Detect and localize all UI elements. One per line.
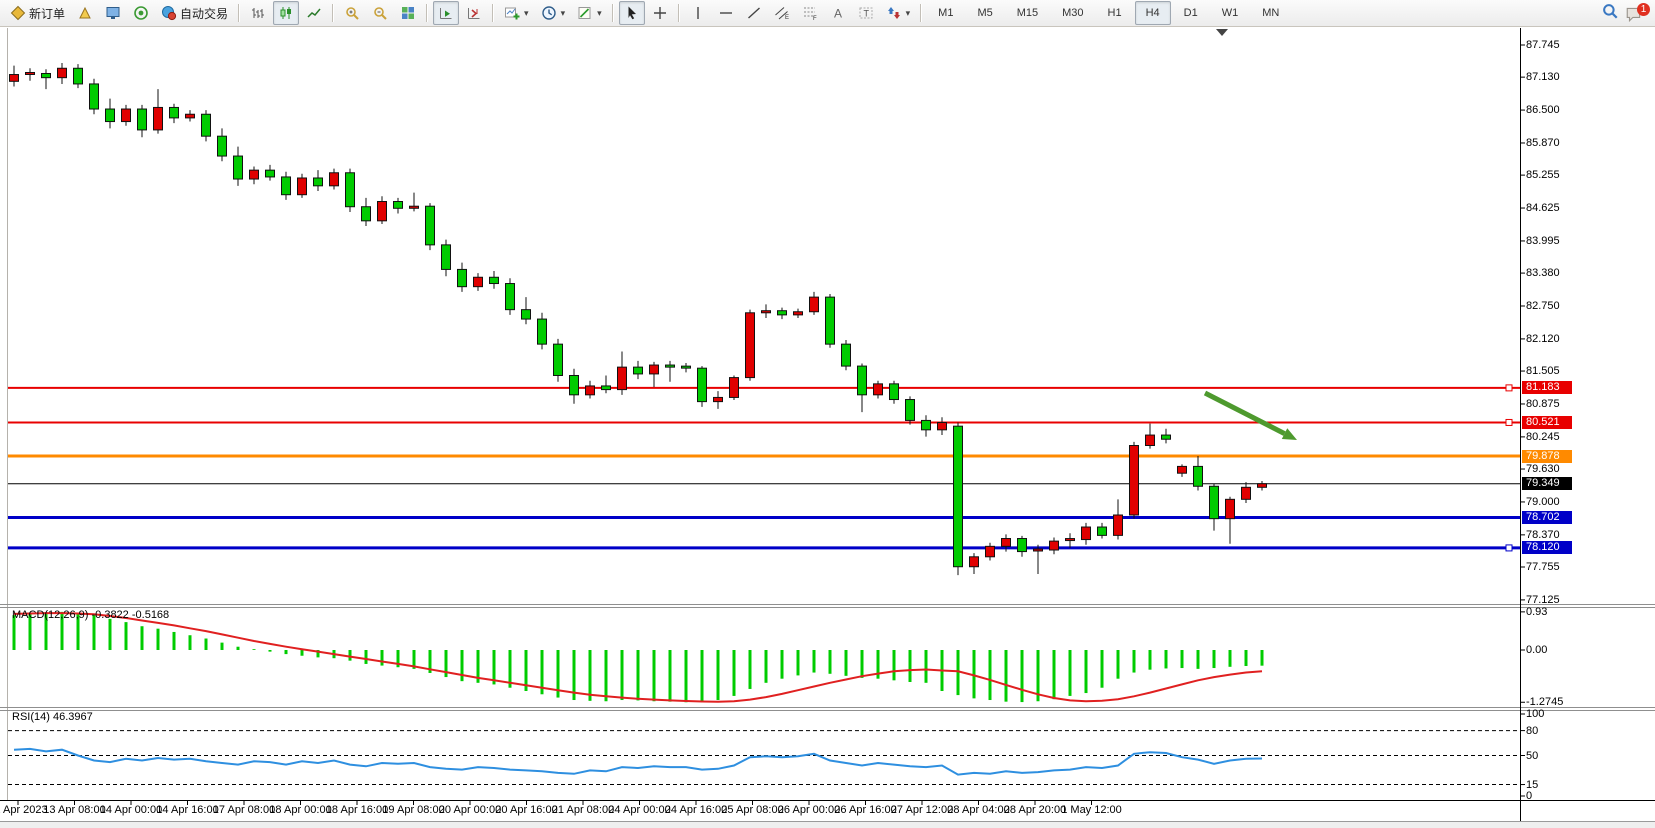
macd-indicator-label: MACD(12,26,9) -0.3822 -0.5168 [12,609,169,621]
price-tick-label: 79.000 [1526,496,1560,508]
price-tick-label: 87.130 [1526,71,1560,83]
price-tick-label: 83.380 [1526,267,1560,279]
chart-canvas[interactable] [0,0,1655,828]
time-axis-label: 27 Apr 12:00 [891,804,953,816]
time-axis-label: 17 Apr 08:00 [213,804,275,816]
price-line-label: 78.120 [1522,541,1572,554]
price-tick-label: 85.870 [1526,137,1560,149]
rsi-tick-label: 15 [1526,779,1538,791]
macd-tick-label: 0.00 [1526,644,1547,656]
price-tick-label: 78.370 [1526,529,1560,541]
price-tick-label: 80.875 [1526,398,1560,410]
time-axis-label: 28 Apr 04:00 [947,804,1009,816]
time-axis-label: 14 Apr 16:00 [156,804,218,816]
price-tick-label: 85.255 [1526,169,1560,181]
price-tick-label: 81.505 [1526,365,1560,377]
time-axis-label: 13 Apr 08:00 [43,804,105,816]
current-price-label: 79.349 [1522,477,1572,490]
price-tick-label: 86.500 [1526,104,1560,116]
rsi-indicator-label: RSI(14) 46.3967 [12,711,93,723]
price-tick-label: 82.120 [1526,333,1560,345]
metatrader-window: 新订单自动交易▾▾▾EFAT▾M1M5M15M30H1H4D1W1MN 1 ▼U… [0,0,1655,828]
rsi-tick-label: 50 [1526,750,1538,762]
time-axis-label: 26 Apr 16:00 [834,804,896,816]
price-line-label: 81.183 [1522,381,1572,394]
time-axis-label: 12 Apr 2023 [0,804,48,816]
time-axis-label: 25 Apr 08:00 [721,804,783,816]
price-tick-label: 80.245 [1526,431,1560,443]
time-axis-label: 1 May 12:00 [1061,804,1122,816]
rsi-tick-label: 80 [1526,725,1538,737]
price-tick-label: 83.995 [1526,235,1560,247]
price-tick-label: 77.755 [1526,561,1560,573]
rsi-tick-label: 100 [1526,708,1544,720]
time-axis-label: 28 Apr 20:00 [1004,804,1066,816]
time-axis-label: 18 Apr 16:00 [326,804,388,816]
time-axis-label: 18 Apr 00:00 [269,804,331,816]
macd-tick-label: -1.2745 [1526,696,1563,708]
time-axis-label: 20 Apr 00:00 [439,804,501,816]
price-tick-label: 77.125 [1526,594,1560,606]
price-tick-label: 84.625 [1526,202,1560,214]
price-line-label: 78.702 [1522,511,1572,524]
time-axis-label: 24 Apr 16:00 [665,804,727,816]
time-axis-label: 24 Apr 00:00 [608,804,670,816]
time-axis-label: 21 Apr 08:00 [552,804,614,816]
time-axis-label: 19 Apr 08:00 [382,804,444,816]
rsi-tick-label: 0 [1526,790,1532,802]
macd-tick-label: 0.93 [1526,606,1547,618]
price-tick-label: 79.630 [1526,463,1560,475]
time-axis-label: 14 Apr 00:00 [100,804,162,816]
time-axis-label: 26 Apr 00:00 [778,804,840,816]
price-tick-label: 87.745 [1526,39,1560,51]
price-tick-label: 82.750 [1526,300,1560,312]
price-line-label: 79.878 [1522,450,1572,463]
price-line-label: 80.521 [1522,416,1572,429]
time-axis-label: 20 Apr 16:00 [495,804,557,816]
